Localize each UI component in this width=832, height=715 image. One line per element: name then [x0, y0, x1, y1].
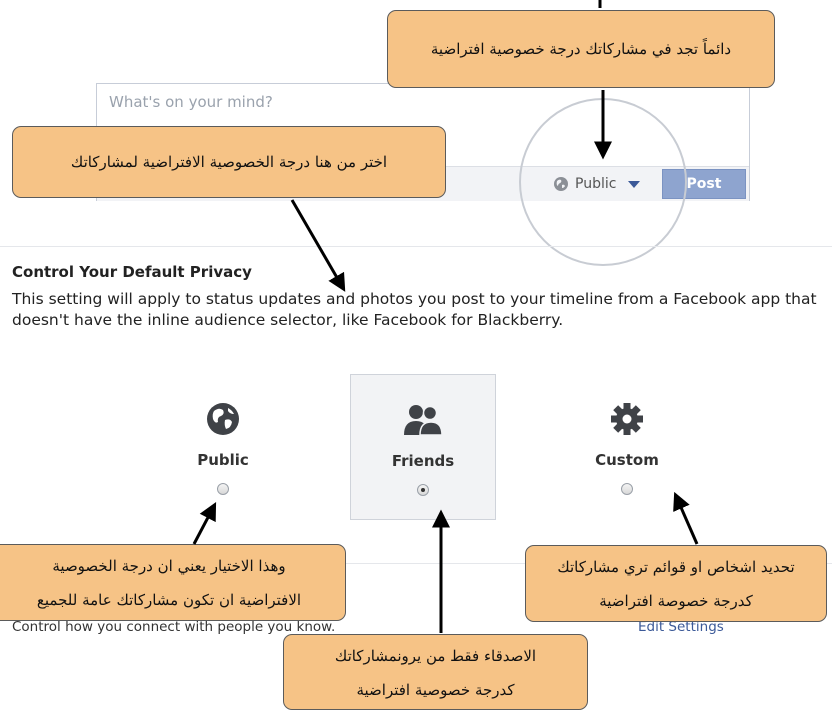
arrow [673, 491, 699, 545]
arrow [192, 502, 217, 545]
arrow [290, 199, 346, 292]
annotation-arrows [192, 0, 699, 633]
